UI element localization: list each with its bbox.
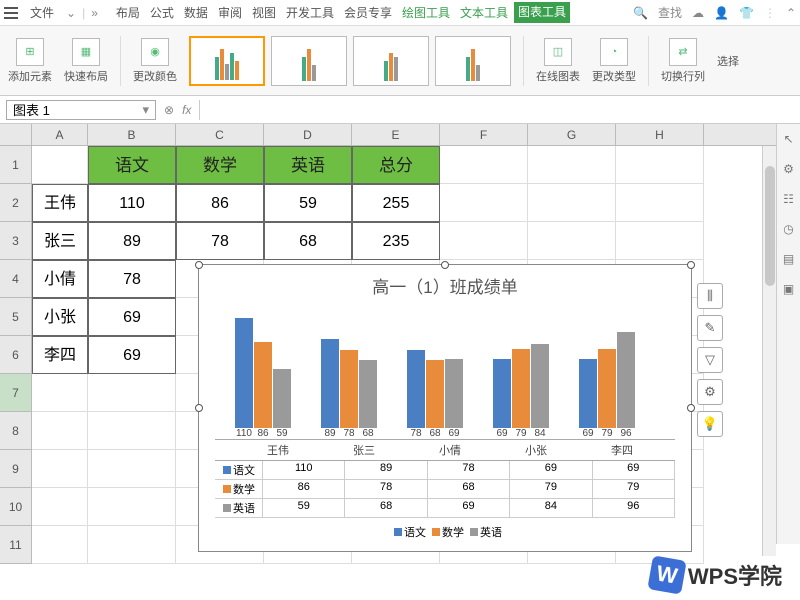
ribbon-tabs: 布局 公式 数据 审阅 视图 开发工具 会员专享 绘图工具 文本工具 图表工具 bbox=[112, 2, 570, 23]
wps-watermark: WWPS学院 bbox=[650, 558, 782, 592]
cancel-icon[interactable]: ⊗ bbox=[164, 103, 174, 117]
ribbon: ⊞添加元素 ▦快速布局 ◉更改颜色 ◫在线图表 ◔更改类型 ⇄切换行列 选择 bbox=[0, 26, 800, 96]
chart-category-labels: 王伟张三小倩小张李四 bbox=[215, 442, 675, 458]
swap-rowcol-button[interactable]: ⇄切换行列 bbox=[661, 38, 705, 84]
tab-dev[interactable]: 开发工具 bbox=[282, 2, 338, 23]
tab-data[interactable]: 数据 bbox=[180, 2, 212, 23]
chart-style-1[interactable] bbox=[189, 36, 265, 86]
quick-layout-button[interactable]: ▦快速布局 bbox=[64, 38, 108, 84]
titlebar: 文件 ⌄ |» 布局 公式 数据 审阅 视图 开发工具 会员专享 绘图工具 文本… bbox=[0, 0, 800, 26]
chart-styles-button[interactable]: ✎ bbox=[697, 315, 723, 341]
chart-style-2[interactable] bbox=[271, 36, 347, 86]
file-menu[interactable]: 文件 bbox=[24, 2, 60, 23]
chart-title[interactable]: 高一（1）班成绩单 bbox=[199, 265, 691, 306]
vertical-scrollbar[interactable] bbox=[762, 146, 776, 556]
search-icon[interactable]: 🔍 bbox=[633, 6, 648, 20]
select-all-corner[interactable] bbox=[0, 124, 32, 146]
tab-layout[interactable]: 布局 bbox=[112, 2, 144, 23]
search-label[interactable]: 查找 bbox=[658, 4, 682, 21]
tab-charttools[interactable]: 图表工具 bbox=[514, 2, 570, 23]
chart-plot-area[interactable]: 1108659897868786869697984697996 bbox=[215, 306, 675, 440]
settings-icon[interactable]: ⚙ bbox=[781, 162, 797, 178]
add-element-button[interactable]: ⊞添加元素 bbox=[8, 38, 52, 84]
cloud-icon[interactable]: ☁ bbox=[692, 6, 704, 20]
change-colors-button[interactable]: ◉更改颜色 bbox=[133, 38, 177, 84]
cursor-icon[interactable]: ↖ bbox=[781, 132, 797, 148]
chart-filter-button[interactable]: ▽ bbox=[697, 347, 723, 373]
column-headers[interactable]: ABCDEFGH bbox=[32, 124, 776, 146]
tab-view[interactable]: 视图 bbox=[248, 2, 280, 23]
chart-float-buttons: ⫼ ✎ ▽ ⚙ 💡 bbox=[697, 283, 723, 437]
formula-input[interactable] bbox=[199, 100, 794, 120]
analysis-icon[interactable]: ▤ bbox=[781, 252, 797, 268]
chart-legend[interactable]: 语文数学英语 bbox=[199, 520, 691, 544]
collapse-icon[interactable]: ⌃ bbox=[786, 6, 796, 20]
name-box[interactable]: 图表 1▾ bbox=[6, 100, 156, 120]
formula-bar: 图表 1▾ ⊗ fx bbox=[0, 96, 800, 124]
chart-settings-button[interactable]: ⚙ bbox=[697, 379, 723, 405]
row-headers[interactable]: 1234567891011 bbox=[0, 146, 32, 564]
change-type-button[interactable]: ◔更改类型 bbox=[592, 38, 636, 84]
embedded-chart[interactable]: 高一（1）班成绩单 110865989786878686969798469799… bbox=[198, 264, 692, 552]
skin-icon[interactable]: 👕 bbox=[739, 6, 754, 20]
chart-style-gallery bbox=[189, 36, 511, 86]
chart-data-table: 语文11089786969数学8678687979英语5968698496 bbox=[215, 460, 675, 518]
chart-idea-button[interactable]: 💡 bbox=[697, 411, 723, 437]
chevron-down-icon[interactable]: ⌄ bbox=[66, 6, 76, 20]
refresh-icon[interactable]: ◷ bbox=[781, 222, 797, 238]
save-icon[interactable]: ▣ bbox=[781, 282, 797, 298]
fx-icon[interactable]: fx bbox=[182, 103, 191, 117]
chart-elements-button[interactable]: ⫼ bbox=[697, 283, 723, 309]
menu-icon[interactable] bbox=[4, 7, 18, 19]
online-chart-button[interactable]: ◫在线图表 bbox=[536, 38, 580, 84]
chart-style-3[interactable] bbox=[353, 36, 429, 86]
properties-icon[interactable]: ☷ bbox=[781, 192, 797, 208]
tab-formula[interactable]: 公式 bbox=[146, 2, 178, 23]
user-icon[interactable]: 👤 bbox=[714, 6, 729, 20]
side-panel: ↖ ⚙ ☷ ◷ ▤ ▣ bbox=[776, 124, 800, 544]
tab-member[interactable]: 会员专享 bbox=[340, 2, 396, 23]
tab-review[interactable]: 审阅 bbox=[214, 2, 246, 23]
chart-style-4[interactable] bbox=[435, 36, 511, 86]
tab-texttools[interactable]: 文本工具 bbox=[456, 2, 512, 23]
select-data-button[interactable]: 选择 bbox=[717, 53, 739, 69]
tab-drawtools[interactable]: 绘图工具 bbox=[398, 2, 454, 23]
